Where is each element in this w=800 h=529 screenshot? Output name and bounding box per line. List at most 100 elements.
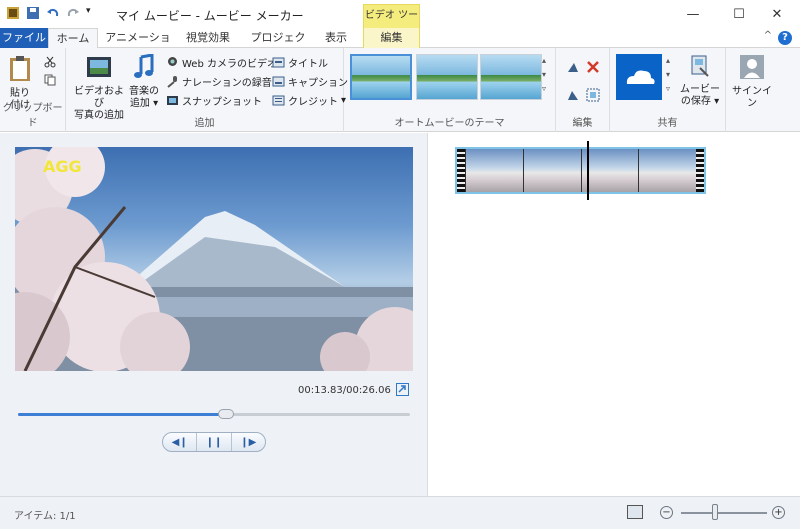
group-add: ビデオおよび 写真の追加 音楽の 追加 ▾ Web カメラのビデオ ナレーション… xyxy=(66,48,348,132)
snapshot-icon xyxy=(166,94,179,107)
group-label-automovie: オートムービーのテーマ xyxy=(394,118,505,129)
customize-qat-icon[interactable]: ▾ xyxy=(86,6,100,20)
save-movie-label-2: の保存 ▾ xyxy=(680,96,720,107)
narration-label: ナレーションの録音 xyxy=(182,77,272,89)
group-clipboard: 貼り 付け クリップボード xyxy=(0,48,66,132)
webcam-label: Web カメラのビデオ xyxy=(182,58,277,70)
tab-home[interactable]: ホーム xyxy=(48,28,98,49)
ribbon-tabs: ファイル ホーム アニメーション 視覚効果 プロジェクト 表示 編集 ^ ? xyxy=(0,28,800,63)
undo-icon[interactable] xyxy=(46,6,60,20)
window-title: マイ ムービー - ムービー メーカー xyxy=(116,9,304,23)
seek-thumb[interactable] xyxy=(218,409,234,419)
group-share: ▴ ▾ ▿ ムービー の保存 ▾ 共有 xyxy=(610,48,726,132)
credits-button[interactable]: クレジット ▾ xyxy=(272,92,346,108)
title-bar: ▾ マイ ムービー - ムービー メーカー ビデオ ツール — ☐ ✕ xyxy=(0,0,800,43)
storyboard-playhead[interactable] xyxy=(587,141,589,200)
group-editing: 編集 xyxy=(556,48,610,132)
save-movie-icon xyxy=(676,54,724,82)
group-label-clipboard: クリップボード xyxy=(2,103,63,129)
previous-frame-button[interactable]: ◀❙ xyxy=(163,433,198,451)
help-icon[interactable]: ? xyxy=(778,31,792,45)
webcam-icon xyxy=(166,56,179,69)
add-music-label-1: 音楽の xyxy=(129,86,159,97)
save-icon[interactable] xyxy=(26,6,40,20)
video-frame-image xyxy=(15,147,413,371)
film-sprocket-left xyxy=(457,149,465,192)
rotate-left-icon[interactable] xyxy=(566,60,580,77)
add-video-photo-button[interactable]: ビデオおよび 写真の追加 xyxy=(72,54,126,122)
clip-frame xyxy=(522,149,581,192)
narration-button[interactable]: ナレーションの録音 ▾ xyxy=(166,73,280,89)
save-movie-label-1: ムービー xyxy=(680,84,720,95)
close-button[interactable]: ✕ xyxy=(754,0,800,28)
caption-button[interactable]: キャプション xyxy=(272,73,348,89)
group-label-add: 追加 xyxy=(194,118,215,129)
user-icon xyxy=(730,54,774,84)
caption-label: キャプション xyxy=(288,77,348,89)
thumbnail-size-icon[interactable] xyxy=(627,505,643,519)
delete-icon[interactable] xyxy=(586,60,600,77)
collapse-ribbon-icon[interactable]: ^ xyxy=(764,30,772,41)
zoom-out-button[interactable]: − xyxy=(660,506,673,519)
group-label-editing: 編集 xyxy=(572,118,593,129)
watermark-logo: AGG xyxy=(43,157,82,176)
storyboard-clip[interactable] xyxy=(455,147,706,194)
tab-visual-effects[interactable]: 視覚効果 xyxy=(180,28,236,48)
playback-controls: ◀❙ ❙❙ ❙▶ xyxy=(162,432,266,452)
add-video-label-1: ビデオおよび xyxy=(74,86,124,109)
title-button[interactable]: タイトル xyxy=(272,54,328,70)
redo-icon[interactable] xyxy=(66,6,80,20)
tab-file[interactable]: ファイル xyxy=(0,28,48,48)
save-movie-button[interactable]: ムービー の保存 ▾ xyxy=(676,54,724,108)
video-preview[interactable]: AGG xyxy=(15,147,413,371)
item-count: アイテム: 1/1 xyxy=(14,511,76,522)
tab-edit[interactable]: 編集 xyxy=(363,28,420,48)
zoom-slider-track[interactable] xyxy=(681,512,767,514)
tab-animation[interactable]: アニメーション xyxy=(104,28,172,63)
theme-scroll-icon[interactable]: ▴ ▾ ▿ xyxy=(542,54,546,96)
next-frame-button[interactable]: ❙▶ xyxy=(232,433,265,451)
credits-icon xyxy=(272,94,285,107)
music-note-icon xyxy=(128,53,160,84)
play-pause-button[interactable]: ❙❙ xyxy=(197,433,232,451)
film-icon xyxy=(72,54,126,84)
webcam-video-button[interactable]: Web カメラのビデオ xyxy=(166,54,277,70)
tab-project[interactable]: プロジェクト xyxy=(246,28,310,63)
snapshot-button[interactable]: スナップショット xyxy=(166,92,262,108)
select-all-icon[interactable] xyxy=(586,88,600,105)
pause-icon: ❙❙ xyxy=(205,436,223,448)
title-icon xyxy=(272,56,285,69)
microphone-icon xyxy=(166,75,179,88)
caption-icon xyxy=(272,75,285,88)
credits-label: クレジット xyxy=(288,96,338,108)
tab-view[interactable]: 表示 xyxy=(318,28,354,48)
film-sprocket-right xyxy=(696,149,704,192)
cut-icon[interactable] xyxy=(44,56,56,71)
sign-in-button[interactable]: サインイン xyxy=(730,54,774,110)
clip-frame xyxy=(580,149,639,192)
previous-frame-icon: ◀❙ xyxy=(171,436,188,448)
app-icon xyxy=(6,6,20,20)
zoom-in-button[interactable]: + xyxy=(772,506,785,519)
clip-frame xyxy=(465,149,523,192)
quick-access-toolbar: ▾ xyxy=(6,6,100,20)
add-music-button[interactable]: 音楽の 追加 ▾ xyxy=(128,53,160,110)
sign-in-label: サインイン xyxy=(732,86,772,109)
seek-progress xyxy=(18,413,226,416)
theme-thumbnail-2[interactable] xyxy=(416,54,478,100)
clip-frame xyxy=(638,149,696,192)
onedrive-icon[interactable] xyxy=(616,54,662,100)
theme-thumbnail-3[interactable] xyxy=(480,54,542,100)
status-bar: アイテム: 1/1 − + xyxy=(0,496,800,529)
snapshot-label: スナップショット xyxy=(182,96,262,108)
next-frame-icon: ❙▶ xyxy=(240,436,257,448)
zoom-slider-thumb[interactable] xyxy=(712,504,718,520)
context-tab-title: ビデオ ツール xyxy=(363,4,420,43)
share-scroll-icon[interactable]: ▴ ▾ ▿ xyxy=(666,54,670,96)
rotate-right-icon[interactable] xyxy=(566,88,580,105)
fullscreen-icon[interactable] xyxy=(396,383,409,396)
copy-icon[interactable] xyxy=(44,74,56,89)
minimize-button[interactable]: — xyxy=(670,0,716,28)
theme-thumbnail-1[interactable] xyxy=(350,54,412,100)
add-music-label-2: 追加 ▾ xyxy=(129,98,159,109)
